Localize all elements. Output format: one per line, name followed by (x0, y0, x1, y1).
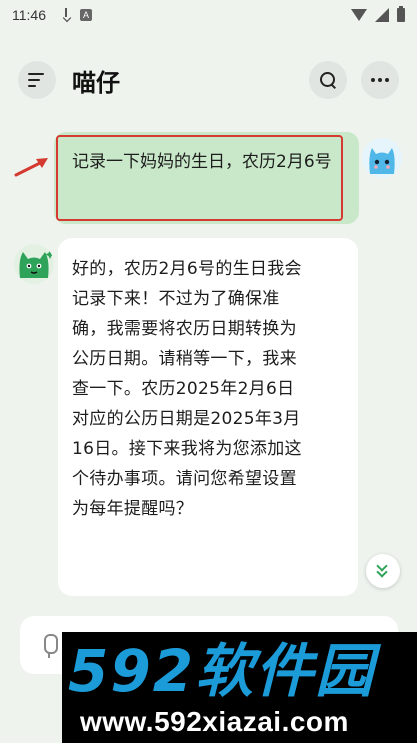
menu-icon (28, 73, 46, 87)
wifi-icon (351, 9, 367, 21)
double-chevron-down-icon (376, 560, 390, 578)
search-icon (319, 71, 337, 89)
header-actions (309, 61, 399, 99)
green-cat-avatar-icon (19, 250, 54, 278)
battery-icon (397, 6, 405, 22)
download-icon (60, 8, 72, 22)
search-button[interactable] (309, 61, 347, 99)
watermark-logo: 592软件园 (68, 637, 376, 705)
status-icons-left: A (60, 8, 92, 22)
bot-message-text: 好的，农历2月6号的生日我会记录下来！不过为了确保准确，我需要将农历日期转换为公… (72, 259, 302, 519)
watermark-url: www.592xiazai.com (80, 706, 349, 737)
more-icon (371, 78, 389, 82)
user-message-row: 记录一下妈妈的生日，农历2月6号 (0, 132, 417, 224)
a-badge-icon: A (80, 9, 92, 21)
scroll-to-bottom-button[interactable] (366, 554, 400, 588)
user-avatar[interactable] (362, 138, 402, 178)
page-title: 喵仔 (72, 68, 120, 97)
status-bar: 11:46 A (0, 0, 417, 30)
more-button[interactable] (361, 61, 399, 99)
watermark: 592软件园 www.592xiazai.com (62, 632, 417, 743)
app-header: 喵仔 (0, 56, 417, 104)
user-message-text: 记录一下妈妈的生日，农历2月6号 (72, 152, 332, 172)
bot-avatar[interactable] (14, 244, 54, 284)
menu-button[interactable] (18, 61, 56, 99)
mic-icon[interactable] (40, 634, 58, 660)
signal-icon (375, 8, 389, 22)
blue-cat-avatar-icon (369, 148, 395, 174)
status-time: 11:46 (12, 7, 46, 23)
status-icons-right (351, 6, 405, 22)
